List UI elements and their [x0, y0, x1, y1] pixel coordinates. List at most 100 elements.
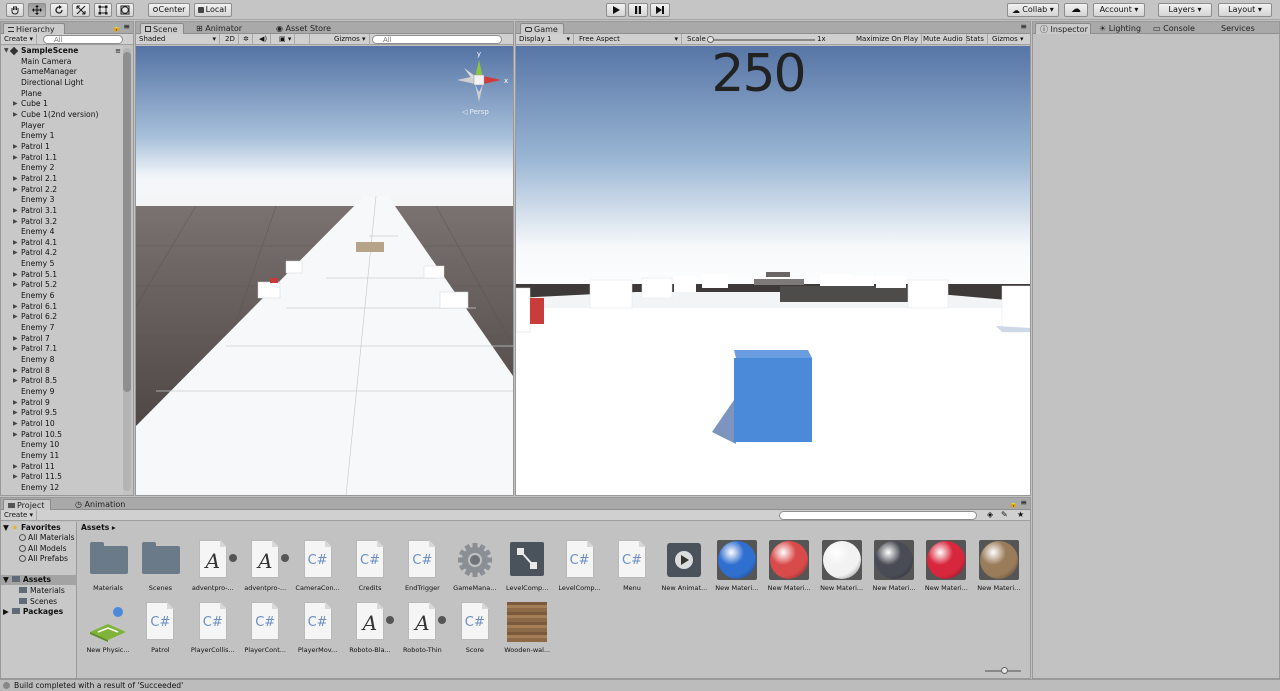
- expand-arrow-icon[interactable]: ▶: [13, 280, 18, 291]
- hierarchy-item[interactable]: ▶ Patrol 11.5: [1, 472, 123, 483]
- hierarchy-item[interactable]: Enemy 2: [1, 163, 123, 174]
- hierarchy-item[interactable]: Main Camera: [1, 57, 123, 68]
- expand-dot-icon[interactable]: [228, 554, 237, 562]
- asset-item[interactable]: New Materi...: [974, 540, 1024, 592]
- game-viewport[interactable]: 250: [516, 46, 1030, 495]
- maximize-on-play-toggle[interactable]: Maximize On Play: [853, 34, 923, 45]
- project-create-dropdown[interactable]: Create ▾: [1, 510, 37, 521]
- hierarchy-item[interactable]: ▶ Patrol 9: [1, 398, 123, 409]
- favorites-all-prefabs[interactable]: All Prefabs: [19, 554, 68, 564]
- asset-item[interactable]: C# CameraCon...: [293, 540, 343, 592]
- tab-project[interactable]: Project: [3, 499, 51, 510]
- asset-item[interactable]: A Roboto-Bla...: [345, 602, 395, 654]
- hierarchy-item[interactable]: ▶ Patrol 4.1: [1, 238, 123, 249]
- project-breadcrumb[interactable]: Assets ▸: [81, 523, 116, 532]
- expand-arrow-icon[interactable]: ▶: [13, 462, 18, 473]
- expand-arrow-icon[interactable]: ▶: [13, 217, 18, 228]
- layers-dropdown[interactable]: Layers ▾: [1158, 3, 1212, 17]
- hierarchy-create-dropdown[interactable]: Create ▾: [1, 34, 37, 45]
- asset-item[interactable]: Wooden-wal...: [502, 602, 552, 654]
- tab-animation[interactable]: ◷ Animation: [71, 499, 129, 510]
- pivot-local-button[interactable]: Local: [194, 3, 232, 17]
- expand-arrow-icon[interactable]: ▼: [4, 46, 9, 57]
- mute-audio-toggle[interactable]: Mute Audio: [920, 34, 967, 45]
- shading-dropdown[interactable]: Shaded ▾: [136, 34, 220, 45]
- hierarchy-scrollbar[interactable]: [123, 48, 131, 491]
- hierarchy-item[interactable]: GameManager: [1, 67, 123, 78]
- hierarchy-item[interactable]: Directional Light: [1, 78, 123, 89]
- project-menu-icon[interactable]: ≡: [1020, 498, 1027, 507]
- persp-label[interactable]: ◁ Persp: [462, 108, 489, 116]
- scale-slider[interactable]: [707, 36, 815, 43]
- layout-dropdown[interactable]: Layout ▾: [1218, 3, 1272, 17]
- hand-tool-button[interactable]: [6, 3, 24, 17]
- expand-arrow-icon[interactable]: ▶: [13, 334, 18, 345]
- hierarchy-item[interactable]: ▶ Patrol 6.1: [1, 302, 123, 313]
- hierarchy-item[interactable]: ▶ Patrol 5.1: [1, 270, 123, 281]
- favorite-star-icon[interactable]: ★: [1017, 510, 1024, 519]
- filter-by-type-icon[interactable]: ◈: [987, 510, 993, 519]
- hierarchy-item[interactable]: ▶ Patrol 3.1: [1, 206, 123, 217]
- asset-item[interactable]: Aadventpro-...: [188, 540, 238, 592]
- tree-folder-materials[interactable]: Materials: [19, 586, 65, 596]
- transform-tool-button[interactable]: [116, 3, 134, 17]
- hierarchy-item[interactable]: Enemy 8: [1, 355, 123, 366]
- hierarchy-item[interactable]: ▶ Cube 1(2nd version): [1, 110, 123, 121]
- asset-item[interactable]: C# Credits: [345, 540, 395, 592]
- expand-arrow-icon[interactable]: ▶: [13, 270, 18, 281]
- asset-item[interactable]: New Materi...: [921, 540, 971, 592]
- hierarchy-item[interactable]: ▶ Patrol 7: [1, 334, 123, 345]
- mode-2d-toggle[interactable]: 2D: [222, 34, 239, 45]
- expand-arrow-icon[interactable]: ▶: [13, 174, 18, 185]
- expand-arrow-icon[interactable]: ▶: [13, 185, 18, 196]
- aspect-dropdown[interactable]: Free Aspect ▾: [576, 34, 682, 45]
- expand-arrow-icon[interactable]: ▶: [13, 430, 18, 441]
- hierarchy-scene-row[interactable]: ▼ SampleScene ≡: [1, 46, 123, 57]
- asset-item[interactable]: C# PlayerCollis...: [188, 602, 238, 654]
- tab-inspector[interactable]: ⓘ Inspector: [1035, 23, 1091, 34]
- expand-arrow-icon[interactable]: ▶: [13, 408, 18, 419]
- icon-size-slider-handle[interactable]: [1001, 667, 1008, 674]
- asset-item[interactable]: New Materi...: [869, 540, 919, 592]
- hierarchy-item[interactable]: ▶ Patrol 11: [1, 462, 123, 473]
- game-panel-menu-icon[interactable]: ≡: [1020, 22, 1027, 31]
- tab-scene[interactable]: Scene: [140, 23, 184, 34]
- icon-size-slider[interactable]: [985, 667, 1021, 674]
- tab-game[interactable]: Game: [520, 23, 564, 34]
- tree-folder-scenes[interactable]: Scenes: [19, 597, 57, 607]
- hierarchy-item[interactable]: Plane: [1, 89, 123, 100]
- asset-item[interactable]: Scenes: [135, 540, 185, 592]
- asset-item[interactable]: A Roboto-Thin: [397, 602, 447, 654]
- expand-arrow-icon[interactable]: ▶: [13, 238, 18, 249]
- lighting-toggle[interactable]: ✲: [240, 34, 253, 45]
- asset-item[interactable]: C# LevelComp...: [555, 540, 605, 592]
- pause-button[interactable]: [628, 3, 648, 17]
- hierarchy-item[interactable]: ▶ Patrol 1: [1, 142, 123, 153]
- hierarchy-item[interactable]: Enemy 6: [1, 291, 123, 302]
- hierarchy-item[interactable]: ▶ Patrol 5.2: [1, 280, 123, 291]
- hierarchy-item[interactable]: ▶ Patrol 10: [1, 419, 123, 430]
- hierarchy-item[interactable]: Enemy 7: [1, 323, 123, 334]
- favorites-all-materials[interactable]: All Materials: [19, 533, 75, 543]
- expand-arrow-icon[interactable]: ▶: [13, 302, 18, 313]
- asset-item[interactable]: New Materi...: [817, 540, 867, 592]
- asset-item[interactable]: C# Menu: [607, 540, 657, 592]
- hierarchy-item[interactable]: Player: [1, 121, 123, 132]
- game-gizmos-dropdown[interactable]: Gizmos ▾: [989, 34, 1027, 45]
- favorites-row[interactable]: ▼ ★ Favorites: [3, 523, 61, 533]
- step-button[interactable]: [650, 3, 670, 17]
- hierarchy-item[interactable]: ▶ Patrol 1.1: [1, 153, 123, 164]
- asset-item[interactable]: Materials: [83, 540, 133, 592]
- hierarchy-item[interactable]: ▶ Patrol 2.2: [1, 185, 123, 196]
- move-tool-button[interactable]: [28, 3, 46, 17]
- scene-visibility-toggle[interactable]: [300, 34, 310, 45]
- asset-item[interactable]: Aadventpro-...: [240, 540, 290, 592]
- hierarchy-item[interactable]: Enemy 1: [1, 131, 123, 142]
- hierarchy-item[interactable]: Enemy 3: [1, 195, 123, 206]
- hierarchy-item[interactable]: ▶ Patrol 9.5: [1, 408, 123, 419]
- panel-menu-icon[interactable]: ≡: [123, 22, 130, 31]
- asset-item[interactable]: C# Score: [450, 602, 500, 654]
- asset-item[interactable]: LevelComp...: [502, 540, 552, 592]
- assets-folder-row[interactable]: ▼ Assets: [1, 575, 77, 585]
- asset-item[interactable]: New Physic...: [83, 602, 133, 654]
